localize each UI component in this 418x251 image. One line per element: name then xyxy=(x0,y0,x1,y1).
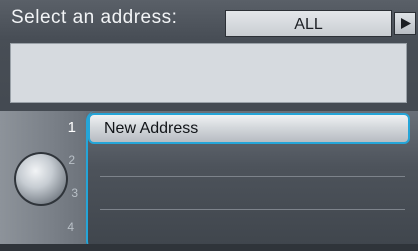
list-item-new-address[interactable]: New Address xyxy=(88,113,410,144)
page-title: Select an address: xyxy=(11,7,178,28)
list-item-3[interactable] xyxy=(88,178,410,209)
row-number-2: 2 xyxy=(68,153,75,167)
row-divider xyxy=(100,209,405,210)
address-preview-box xyxy=(10,43,407,103)
arrow-right-icon xyxy=(401,18,411,29)
address-filter-value: ALL xyxy=(294,16,323,33)
nav-address-screen: Select an address: ALL 1 2 3 4 New Addre… xyxy=(0,0,418,251)
row-divider xyxy=(100,176,405,177)
row-number-3: 3 xyxy=(71,186,78,200)
row-number-1: 1 xyxy=(67,119,76,136)
list-item-4[interactable] xyxy=(88,211,410,242)
list-item-label: New Address xyxy=(104,120,199,137)
address-filter-dropdown[interactable]: ALL xyxy=(225,10,392,37)
selector-knob[interactable] xyxy=(14,152,68,206)
bottom-edge xyxy=(0,244,418,251)
row-number-4: 4 xyxy=(67,220,74,234)
list-item-2[interactable] xyxy=(88,145,410,176)
filter-next-button[interactable] xyxy=(394,12,416,35)
